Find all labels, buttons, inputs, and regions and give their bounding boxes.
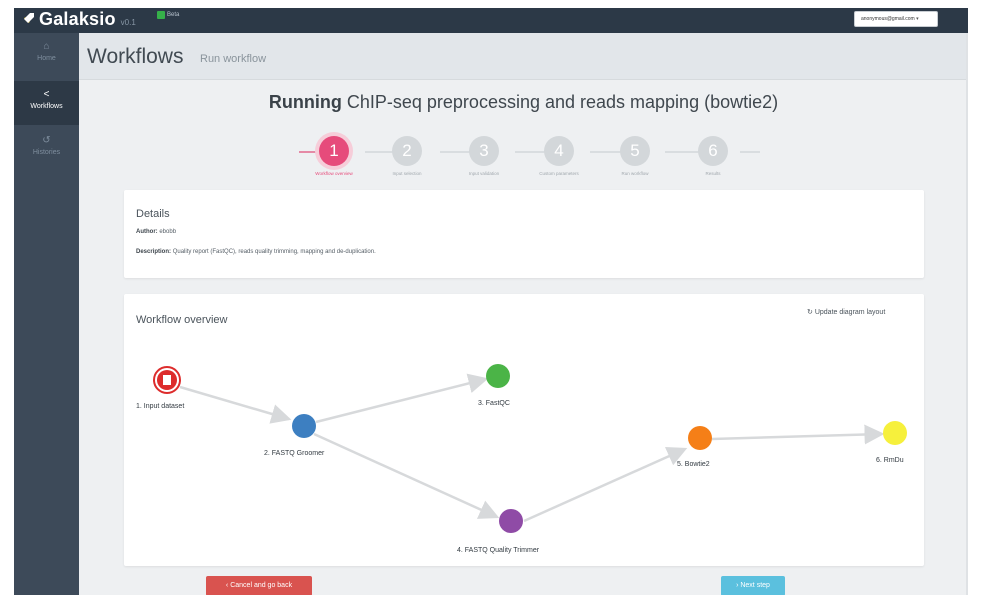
app-version: v0.1 <box>120 18 136 27</box>
step-5-circle[interactable]: 5 <box>620 136 650 166</box>
details-heading: Details <box>136 208 170 220</box>
run-prefix: Running <box>268 92 342 112</box>
sidebar: ⌂ Home < Workflows ↺ Histories <box>14 33 79 595</box>
node-input-dataset[interactable]: 1. Input dataset <box>136 366 184 410</box>
node-rmdu[interactable]: 6. RmDu <box>876 421 907 464</box>
description-value: Quality report (FastQC), reads quality t… <box>172 249 376 255</box>
author-value: ebobb <box>159 229 177 235</box>
rocket-icon <box>21 12 34 26</box>
step-2-label: Input selection <box>392 171 422 176</box>
sidebar-item-label: Home <box>37 55 56 62</box>
user-menu-button[interactable]: anonymous@gmail.com ▾ <box>854 11 938 27</box>
node-fastq-quality-trimmer[interactable]: 4. FASTQ Quality Trimmer <box>457 509 540 554</box>
workflow-name: ChIP-seq preprocessing and reads mapping… <box>346 92 779 112</box>
edge-4-5 <box>523 447 688 523</box>
step-1-label: Workflow overview <box>315 171 353 176</box>
node-rmdu-circle <box>883 421 907 445</box>
beta-badge-label: Beta <box>167 12 180 18</box>
chevron-right-icon: › <box>736 582 739 589</box>
cancel-button[interactable]: ‹ Cancel and go back <box>206 576 312 595</box>
step-1-circle[interactable]: 1 <box>319 136 349 166</box>
node-label-fastq-groomer: 2. FASTQ Groomer <box>264 450 325 457</box>
next-step-label: Next step <box>740 582 770 589</box>
top-navbar: Galaksio v0.1 Beta anonymous@gmail.com ▾ <box>14 8 968 33</box>
page-title: Workflows <box>87 45 184 68</box>
step-4-label: Custom parameters <box>539 171 579 176</box>
node-label-input-dataset: 1. Input dataset <box>136 403 184 410</box>
author-line: Author: ebobb <box>136 229 176 235</box>
node-fastqc[interactable]: 3. FastQC <box>478 364 510 407</box>
node-bowtie2-circle <box>688 426 712 450</box>
node-fastqc-circle <box>486 364 510 388</box>
sidebar-item-histories[interactable]: ↺ Histories <box>14 127 79 171</box>
scrollbar[interactable] <box>966 33 968 595</box>
node-fastq-groomer-circle <box>292 414 316 438</box>
file-icon <box>163 375 171 385</box>
edge-2-4 <box>313 432 500 519</box>
step-connector <box>740 151 760 153</box>
workflow-diagram: 1. Input dataset 2. FASTQ Groomer 3. Fas… <box>136 364 907 554</box>
next-step-button[interactable]: › Next step <box>721 576 785 595</box>
details-card: Details Author: ebobb Description: Quali… <box>124 190 924 278</box>
run-title: Running ChIP-seq preprocessing and reads… <box>79 92 968 113</box>
chevron-left-icon: ‹ <box>225 582 229 589</box>
beta-badge-icon <box>157 11 165 19</box>
step-5-label: Run workflow <box>621 171 649 176</box>
description-label: Description: <box>136 249 172 255</box>
sidebar-item-home[interactable]: ⌂ Home <box>14 33 79 77</box>
step-3-label: Input validation <box>468 171 500 176</box>
cancel-button-label: Cancel and go back <box>230 582 293 589</box>
description-line: Description: Quality report (FastQC), re… <box>136 249 376 255</box>
step-6-circle[interactable]: 6 <box>698 136 728 166</box>
sidebar-item-workflows[interactable]: < Workflows <box>14 81 79 125</box>
user-email: anonymous@gmail.com <box>861 16 915 22</box>
brand[interactable]: Galaksio v0.1 <box>18 9 136 30</box>
edge-2-3 <box>315 373 489 424</box>
caret-down-icon: ▾ <box>916 16 919 22</box>
edge-1-2 <box>179 385 292 424</box>
history-icon: ↺ <box>42 135 51 146</box>
node-label-bowtie2: 5. Bowtie2 <box>677 461 710 468</box>
edge-5-6 <box>711 424 885 445</box>
step-3-circle[interactable]: 3 <box>469 136 499 166</box>
beta-badge: Beta <box>157 11 179 19</box>
app-window: Galaksio v0.1 Beta anonymous@gmail.com ▾… <box>14 8 968 595</box>
workflow-overview-card: Workflow overview ↻ Update diagram layou… <box>124 294 924 566</box>
sidebar-item-label: Histories <box>32 149 61 156</box>
node-label-fastq-quality-trimmer: 4. FASTQ Quality Trimmer <box>457 547 540 554</box>
node-label-rmdu: 6. RmDu <box>876 457 904 464</box>
page-header: Workflows Run workflow <box>79 33 968 80</box>
step-2-circle[interactable]: 2 <box>392 136 422 166</box>
page-subtitle: Run workflow <box>200 53 267 65</box>
sidebar-item-label: Workflows <box>30 103 63 110</box>
share-icon: < <box>43 89 50 100</box>
node-bowtie2[interactable]: 5. Bowtie2 <box>677 426 712 468</box>
app-name: Galaksio <box>39 9 116 29</box>
author-label: Author: <box>136 229 158 235</box>
home-icon: ⌂ <box>43 41 50 52</box>
node-label-fastqc: 3. FastQC <box>478 400 510 407</box>
node-fastq-quality-trimmer-circle <box>499 509 523 533</box>
step-6-label: Results <box>705 171 721 176</box>
step-4-circle[interactable]: 4 <box>544 136 574 166</box>
